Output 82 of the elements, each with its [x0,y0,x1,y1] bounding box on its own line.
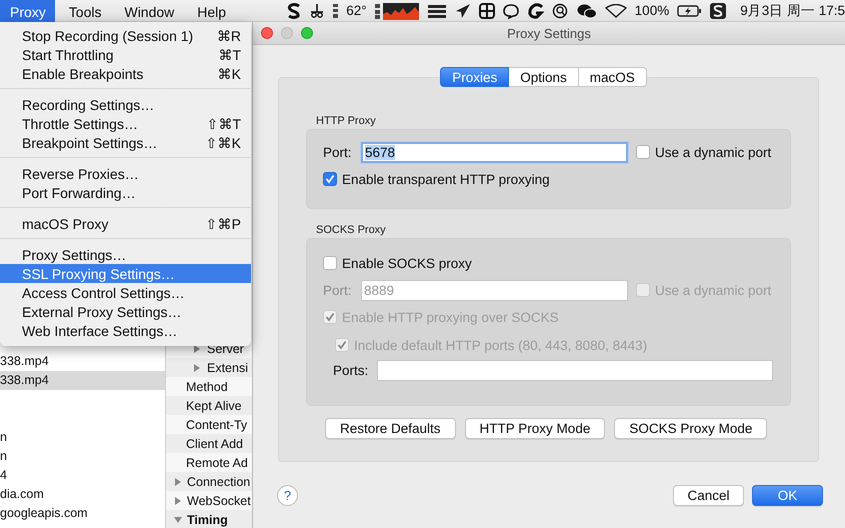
menu-bar-item[interactable]: Proxy [0,0,55,22]
menu-item[interactable]: Start Throttling ⌘T [0,45,251,64]
menu-item[interactable]: macOS Proxy ⇧⌘P [0,214,251,233]
tree-label[interactable]: Timing [187,512,228,526]
search-bubble-icon[interactable] [552,2,569,18]
list-row[interactable]: googleapis.com [0,504,165,523]
checkbox[interactable] [323,172,337,186]
menu-item[interactable]: Throttle Settings… ⇧⌘T [0,114,251,133]
cpu-graph-icon[interactable] [374,2,419,20]
field-label: Remote Ad [186,456,248,470]
menu-item[interactable]: Proxy Settings… [0,245,251,264]
list-row[interactable]: n [0,447,165,466]
menu-item[interactable]: Web Interface Settings… [0,321,251,340]
checkbox-label: Enable HTTP proxying over SOCKS [342,310,559,324]
stack-icon[interactable] [426,2,447,18]
clock: 9月3日 周一 17:5 [740,2,845,20]
list-row[interactable]: 338.mp4 [0,371,165,390]
expanded-triangle-icon[interactable] [174,516,182,524]
menu-item[interactable]: SSL Proxying Settings… [0,264,251,283]
wifi-icon[interactable] [604,4,627,18]
g-logo-icon[interactable] [528,2,544,18]
tree-label[interactable]: Extensi [207,360,248,374]
menu-item[interactable]: External Proxy Settings… [0,302,251,321]
help-button[interactable]: ? [277,485,298,506]
mode-button[interactable]: Restore Defaults [325,418,456,439]
list-row[interactable]: 4 [0,466,165,485]
s-app-icon[interactable] [710,2,726,18]
collapsed-triangle-icon[interactable] [193,344,201,352]
section-heading: SOCKS Proxy [315,223,387,237]
list-row[interactable]: n [0,428,165,447]
menu-bar-item[interactable]: Tools [58,0,110,22]
checkbox[interactable] [636,145,650,159]
field-label: Content-Ty [186,418,248,432]
section-heading: HTTP Proxy [315,114,377,128]
menu-item[interactable]: Stop Recording (Session 1) ⌘R [0,26,251,45]
chat-bubble-icon[interactable] [502,2,520,18]
cancel-button[interactable]: Cancel [673,485,744,506]
ports-field[interactable] [377,360,773,380]
checkbox[interactable] [323,256,337,270]
menu-bar-item[interactable]: Window [114,0,184,22]
sensor-icon[interactable] [333,2,338,18]
temperature-reading: 62° [346,3,367,18]
list-row[interactable]: dia.com [0,485,165,504]
field-label: Port: [323,144,353,160]
collapsed-triangle-icon[interactable] [174,496,182,504]
checkbox-label: Include default HTTP ports (80, 443, 8080, 8443) [354,338,648,352]
menu-item[interactable]: Recording Settings… [0,95,251,114]
collapsed-triangle-icon[interactable] [174,478,182,486]
ok-button[interactable]: OK [752,485,823,506]
menu-item[interactable]: Access Control Settings… [0,283,251,302]
window-title: Proxy Settings [507,26,591,40]
field-label: Kept Alive [186,398,242,412]
field-label: Method [186,380,228,394]
tree-label[interactable]: WebSocket [187,494,251,508]
tab[interactable]: Proxies [440,67,510,87]
menu-item[interactable]: Port Forwarding… [0,183,251,202]
mode-button[interactable]: HTTP Proxy Mode [464,418,606,439]
wechat-icon[interactable] [576,2,597,18]
list-row[interactable]: 338.mp4 [0,352,165,371]
tab[interactable]: macOS [578,67,647,87]
checkbox-label: Use a dynamic port [655,282,772,298]
menu-item[interactable]: Breakpoint Settings… ⇧⌘K [0,133,251,152]
collapsed-triangle-icon[interactable] [193,364,201,372]
menu-item[interactable]: Enable Breakpoints ⌘K [0,64,251,83]
menu-item[interactable]: Reverse Proxies… [0,164,251,183]
checkbox-label: Enable SOCKS proxy [342,256,472,270]
paper-plane-icon[interactable] [454,2,471,18]
port-field[interactable]: 5678 [361,142,628,162]
field-label: Client Add [186,436,243,450]
mode-button[interactable]: SOCKS Proxy Mode [614,418,768,439]
tree-label[interactable]: Connection [187,474,250,488]
battery-percentage: 100% [634,3,670,18]
field-label: Ports: [333,362,370,378]
menu-bar-item[interactable]: Help [187,0,236,22]
grid-icon[interactable] [478,2,495,18]
close-button[interactable] [261,27,273,39]
checkbox-label: Use a dynamic port [655,144,772,160]
tab[interactable]: Options [509,67,579,87]
checkbox-label: Enable transparent HTTP proxying [342,172,550,186]
battery-icon[interactable] [677,4,702,18]
field-label: Port: [323,282,353,298]
s-logo-icon[interactable] [287,2,302,18]
